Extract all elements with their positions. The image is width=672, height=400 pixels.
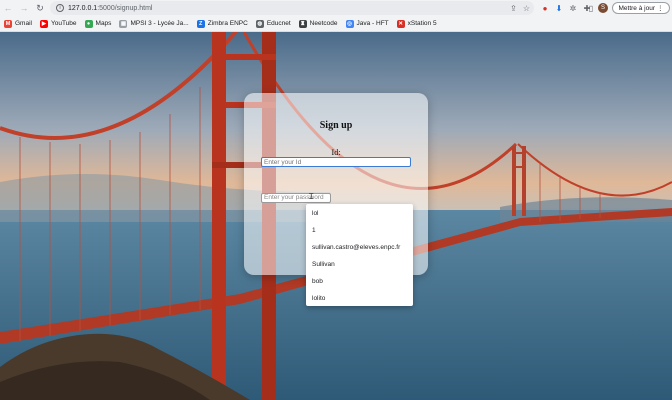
bookmark-item[interactable]: Z Zimbra ENPC xyxy=(196,19,248,28)
bookmark-label: xStation 5 xyxy=(407,20,437,27)
update-button[interactable]: Mettre à jour ⋮ xyxy=(612,2,670,14)
browser-toolbar: ← → ↻ i 127.0.0.1:5000/signup.html ⇪ ☆ ●… xyxy=(0,0,672,16)
extension-download-icon[interactable]: ⬇ xyxy=(552,0,566,16)
side-panel-icon[interactable]: ▯ xyxy=(586,0,596,16)
gmail-icon: M xyxy=(4,19,12,28)
id-label: Id: xyxy=(331,148,341,157)
bookmark-label: Maps xyxy=(95,20,112,27)
autocomplete-option[interactable]: lol xyxy=(306,205,413,222)
bookmark-label: Educnet xyxy=(266,20,291,27)
xstation-icon: ✕ xyxy=(396,19,405,28)
mpsi-icon: ▦ xyxy=(119,19,128,28)
zimbra-icon: Z xyxy=(196,19,205,28)
address-bar[interactable]: i 127.0.0.1:5000/signup.html ⇪ ☆ xyxy=(50,1,534,15)
back-icon[interactable]: ← xyxy=(0,0,16,16)
text-cursor-icon: Ɪ xyxy=(309,192,314,201)
bookmark-item[interactable]: ▦ MPSI 3 - Lycée Ja... xyxy=(119,19,189,28)
bookmark-item[interactable]: ✕ xStation 5 xyxy=(396,19,437,28)
bookmark-label: Gmail xyxy=(15,20,32,27)
autocomplete-option[interactable]: sullivan.castro@eleves.enpc.fr xyxy=(306,239,413,256)
autocomplete-dropdown: lol 1 sullivan.castro@eleves.enpc.fr Sulliv… xyxy=(306,204,413,306)
educnet-icon: ◍ xyxy=(255,19,264,28)
bookmark-label: YouTube xyxy=(50,20,77,27)
autocomplete-option[interactable]: Sullivan xyxy=(306,256,413,273)
bookmark-label: Neetcode xyxy=(309,20,338,27)
maps-icon: ● xyxy=(84,19,93,28)
bookmark-item[interactable]: M Gmail xyxy=(4,19,32,28)
autocomplete-option[interactable]: 1 xyxy=(306,222,413,239)
bookmark-item[interactable]: ◎ Java - HFT xyxy=(345,19,389,28)
bookmark-label: Zimbra ENPC xyxy=(207,20,248,27)
more-menu-icon: ⋮ xyxy=(657,5,664,12)
password-input[interactable]: Enter your password xyxy=(261,193,331,203)
extension-red-icon[interactable]: ● xyxy=(538,0,552,16)
id-input[interactable] xyxy=(261,157,411,167)
bookmark-item[interactable]: ◍ Educnet xyxy=(255,19,291,28)
bookmark-item[interactable]: ♜ Neetcode xyxy=(298,19,338,28)
extension-gear-icon[interactable]: ✲ xyxy=(566,0,580,16)
youtube-icon: ▶ xyxy=(39,19,48,28)
autocomplete-option[interactable]: lolito xyxy=(306,290,413,307)
bookmark-label: Java - HFT xyxy=(356,20,389,27)
java-icon: ◎ xyxy=(345,19,354,28)
bookmark-item[interactable]: ▶ YouTube xyxy=(39,19,77,28)
bookmarks-bar: M Gmail ▶ YouTube ● Maps ▦ MPSI 3 - Lycée Ja...… xyxy=(0,16,672,32)
reload-icon[interactable]: ↻ xyxy=(32,0,48,16)
autocomplete-option[interactable]: bob xyxy=(306,273,413,290)
forward-icon[interactable]: → xyxy=(16,0,32,16)
share-icon[interactable]: ⇪ xyxy=(510,4,517,13)
bookmark-item[interactable]: ● Maps xyxy=(84,19,112,28)
bookmark-star-icon[interactable]: ☆ xyxy=(523,4,530,13)
profile-avatar[interactable]: S xyxy=(598,3,608,13)
site-info-icon[interactable]: i xyxy=(56,4,64,12)
neetcode-icon: ♜ xyxy=(298,19,307,28)
url-text: 127.0.0.1:5000/signup.html xyxy=(68,4,153,12)
page-title: Sign up xyxy=(319,120,353,131)
bookmark-label: MPSI 3 - Lycée Ja... xyxy=(130,20,189,27)
